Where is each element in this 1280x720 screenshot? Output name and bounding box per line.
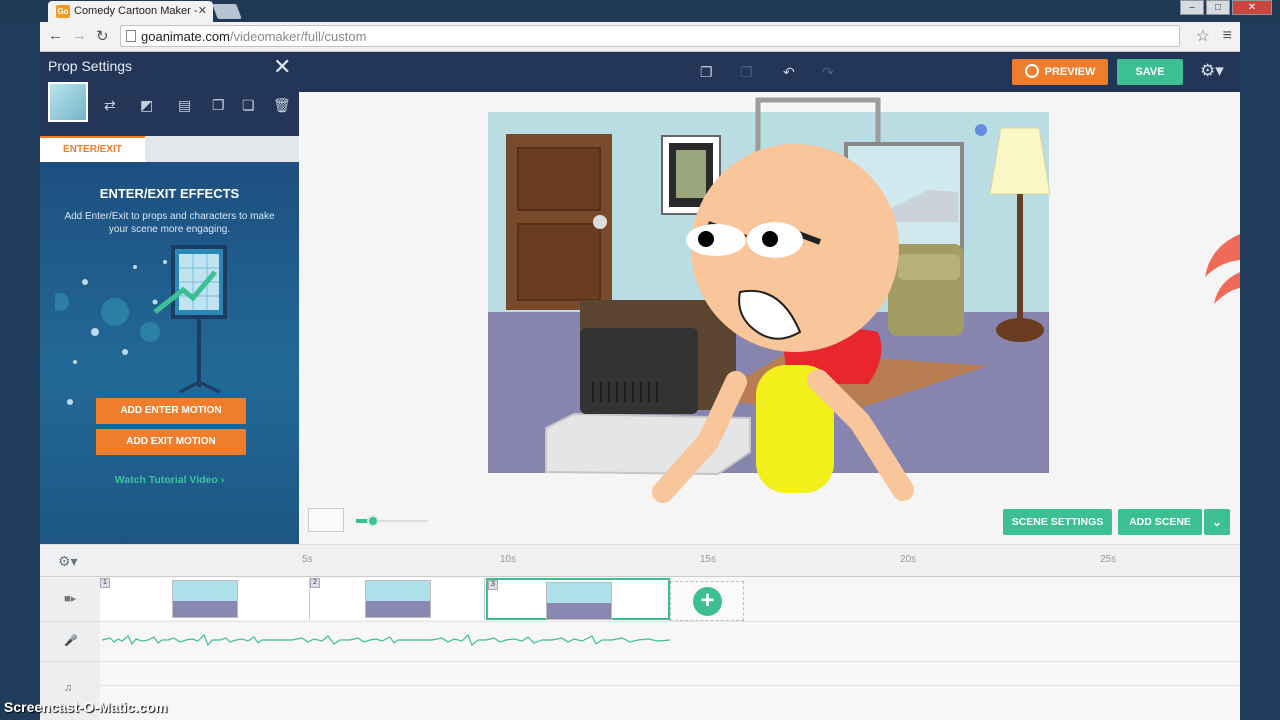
swap-prop-icon[interactable]: ⇄ [104,97,116,114]
add-scene-button[interactable]: ADD SCENE [1118,509,1202,535]
scene-number: 1 [100,578,110,588]
save-button[interactable]: SAVE [1117,59,1183,85]
timeline: ⚙▾ 5s 10s 15s 20s 25s ■▸ 🎤 ♫ 1 2 3 + [40,544,1240,720]
effects-description: Add Enter/Exit to props and characters t… [64,211,275,235]
timeline-ruler[interactable]: ⚙▾ 5s 10s 15s 20s 25s [40,545,1240,577]
new-tab-button[interactable] [212,4,242,19]
tab-title: Comedy Cartoon Maker - [74,5,198,17]
panel-header: Prop Settings ✕ ⇄ ◩ ▤ ❐ ❏ 🗑 [40,52,299,136]
add-scene-dropdown-icon[interactable]: ⌄ [1204,509,1230,535]
browser-navbar: ← → ↻ goanimate.com/videomaker/full/cust… [40,22,1240,52]
copy-icon[interactable]: ❐ [700,64,713,81]
redo-icon[interactable]: ↷ [822,64,834,81]
duplicate-icon[interactable]: ❏ [242,97,255,114]
prop-settings-panel: Prop Settings ✕ ⇄ ◩ ▤ ❐ ❏ 🗑 ENTER/EXIT E… [40,52,299,544]
maximize-icon[interactable]: □ [1206,0,1230,15]
undo-icon[interactable]: ↶ [783,64,795,81]
window-close-icon[interactable]: ✕ [1232,0,1272,15]
add-enter-motion-button[interactable]: ADD ENTER MOTION [96,398,246,424]
voice-waveform[interactable] [102,633,670,647]
desktop-left-edge [0,22,40,720]
timeline-scene-2[interactable]: 2 [310,578,485,620]
video-camera-icon: ■▸ [64,593,77,605]
goanimate-favicon-icon: Go [56,5,70,18]
minimize-icon[interactable]: – [1180,0,1204,15]
tick-label: 5s [302,554,313,565]
forward-arrow-icon[interactable]: → [72,27,87,44]
scene-canvas [488,97,1051,503]
browser-menu-icon[interactable]: ≡ [1223,27,1232,45]
panel-title: Prop Settings [48,58,133,74]
microphone-icon: 🎤 [64,635,78,647]
zoom-slider-handle[interactable] [367,515,379,527]
panel-close-icon[interactable]: ✕ [273,54,291,80]
reload-icon[interactable]: ↻ [96,27,109,45]
paste-icon[interactable]: ❐ [740,64,753,81]
url-domain: goanimate.com [141,29,230,44]
scene-thumbnail [546,582,612,620]
timeline-settings-gear-icon[interactable]: ⚙▾ [58,553,78,570]
tab-enter-exit[interactable]: ENTER/EXIT [40,136,145,162]
track-divider [100,685,1240,686]
browser-tab-strip: Go Comedy Cartoon Maker - ✕ – □ ✕ [0,0,1280,22]
tick-label: 25s [1100,554,1117,565]
back-arrow-icon[interactable]: ← [48,27,63,44]
video-track-header: ■▸ [40,578,100,622]
easel-chart-illustration [55,245,227,405]
prop-thumbnail[interactable] [48,82,88,122]
preview-label: PREVIEW [1044,66,1096,78]
scene-stage[interactable] [488,97,1051,503]
tick-label: 10s [500,554,517,565]
window-controls: – □ ✕ [1180,0,1272,15]
video-maker-app: ❐ ❐ ↶ ↷ PREVIEW SAVE ⚙▾ Prop Settings ✕ … [40,52,1240,720]
bookmark-star-icon[interactable]: ☆ [1196,26,1210,46]
cursor-pointer-icon [975,124,987,136]
page-icon [126,30,136,42]
decorative-leaves-icon [1205,234,1240,304]
watch-tutorial-link[interactable]: Watch Tutorial Video › [40,474,299,486]
music-note-icon: ♫ [64,682,73,694]
tab-close-icon[interactable]: ✕ [198,4,207,17]
browser-tab[interactable]: Go Comedy Cartoon Maker - ✕ [48,1,213,22]
watermark: Screencast-O-Matic.com [4,699,168,715]
trash-icon[interactable]: 🗑 [273,97,291,114]
scene-number: 3 [488,580,498,590]
desktop-right-edge [1240,22,1280,720]
timeline-scene-3[interactable]: 3 [486,578,670,620]
timeline-scene-1[interactable]: 1 [100,578,310,620]
scene-thumbnail [172,580,238,618]
panel-tabs: ENTER/EXIT [40,136,299,162]
scene-thumbnail [365,580,431,618]
track-divider [100,661,1240,662]
settings-gear-icon[interactable]: ⚙▾ [1200,61,1224,81]
floor-lamp[interactable] [989,127,1051,195]
scene-number: 2 [310,578,320,588]
plus-icon: + [693,587,722,616]
add-exit-motion-button[interactable]: ADD EXIT MOTION [96,429,246,455]
address-bar[interactable]: goanimate.com/videomaker/full/custom [120,25,1180,47]
play-circle-icon [1024,64,1039,79]
track-divider [100,621,1240,622]
copy-prop-icon[interactable]: ❐ [212,97,225,114]
scene-thumbnail-toggle[interactable] [308,508,344,532]
voice-track-header: 🎤 [40,622,100,662]
url-path: /videomaker/full/custom [229,29,367,44]
timeline-add-scene-button[interactable]: + [670,581,744,621]
tick-label: 15s [700,554,717,565]
screen: Go Comedy Cartoon Maker - ✕ – □ ✕ ← → ↻ … [0,0,1280,720]
flip-icon[interactable]: ◩ [140,97,153,114]
preview-button[interactable]: PREVIEW [1012,59,1108,85]
scene-settings-button[interactable]: SCENE SETTINGS [1003,509,1112,535]
bring-forward-icon[interactable]: ▤ [178,97,191,114]
effects-title: ENTER/EXIT EFFECTS [99,186,240,201]
tick-label: 20s [900,554,917,565]
enter-exit-body: ENTER/EXIT EFFECTS Add Enter/Exit to pro… [40,162,299,544]
